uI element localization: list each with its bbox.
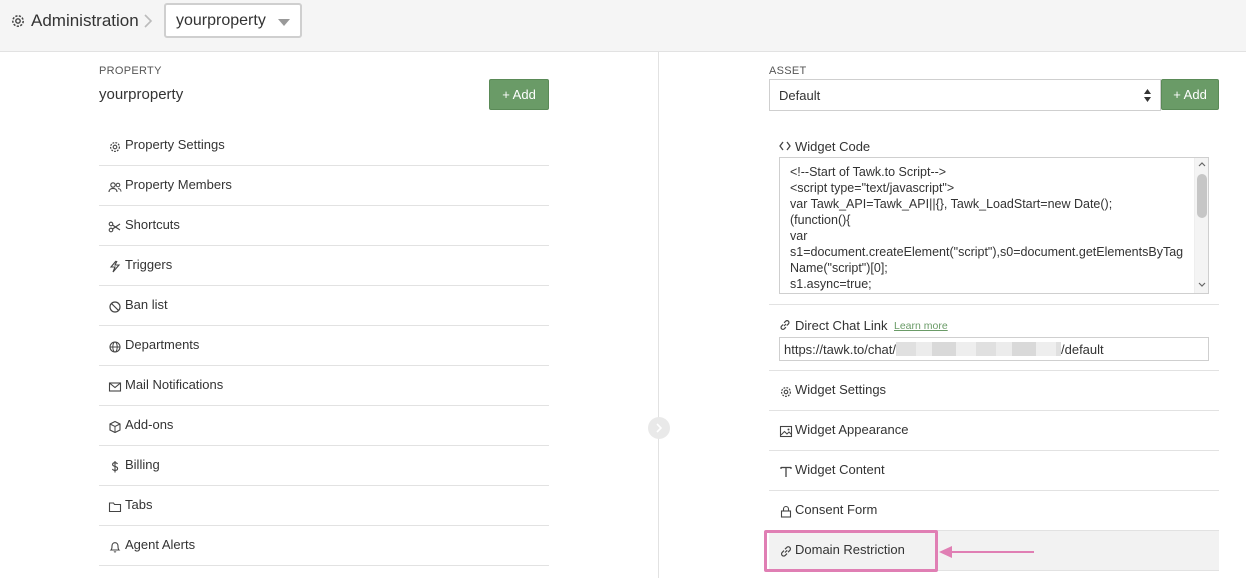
link-icon: [781, 546, 791, 557]
widget-code-textarea[interactable]: <!--Start of Tawk.to Script--> <script t…: [779, 157, 1209, 294]
column-divider: [658, 52, 659, 578]
code-icon: [779, 141, 791, 151]
menu-item-property-members[interactable]: Property Members: [99, 166, 549, 206]
direct-chat-link-field[interactable]: https://tawk.to/chat/ /default: [779, 337, 1209, 361]
menu-item-label: Widget Content: [795, 462, 885, 477]
menu-item-label: Widget Appearance: [795, 422, 909, 437]
property-select-value: yourproperty: [176, 12, 266, 29]
users-icon: [108, 182, 122, 193]
code-scrollbar[interactable]: [1194, 158, 1208, 293]
menu-item-label: Agent Alerts: [125, 537, 196, 552]
globe-icon: [109, 341, 121, 353]
chevron-right-icon: [656, 423, 663, 433]
menu-item-label: Billing: [125, 457, 160, 472]
updown-arrows-icon: [1144, 89, 1151, 102]
menu-item-departments[interactable]: Departments: [99, 326, 549, 366]
text-icon: [780, 466, 792, 477]
top-header: Administration yourproperty: [0, 0, 1246, 52]
menu-item-label: Consent Form: [795, 502, 878, 517]
link-icon: [780, 320, 790, 330]
add-property-button[interactable]: + Add: [489, 79, 549, 110]
arrow-left-icon: [939, 546, 1034, 558]
menu-item-widget-content[interactable]: Widget Content: [769, 451, 1219, 491]
menu-item-label: Departments: [125, 337, 200, 352]
asset-section-label: ASSET: [769, 65, 807, 77]
scroll-up-icon: [1198, 162, 1206, 167]
add-asset-button[interactable]: + Add: [1161, 79, 1219, 110]
bell-icon: [109, 542, 121, 553]
menu-item-widget-appearance[interactable]: Widget Appearance: [769, 411, 1219, 451]
menu-item-label: Triggers: [125, 257, 173, 272]
menu-item-add-ons[interactable]: Add-ons: [99, 406, 549, 446]
scrollbar-thumb[interactable]: [1197, 174, 1207, 218]
menu-item-label: Add-ons: [125, 417, 174, 432]
menu-item-ban-list[interactable]: Ban list: [99, 286, 549, 326]
asset-select-value: Default: [779, 88, 821, 103]
mail-icon: [108, 382, 122, 392]
folder-icon: [108, 502, 122, 513]
menu-item-consent-form[interactable]: Consent Form: [769, 491, 1219, 531]
chevron-right-icon: [144, 14, 153, 28]
chat-url-suffix: /default: [1061, 342, 1104, 357]
menu-item-label: Property Members: [125, 177, 232, 192]
menu-item-label: Tabs: [125, 497, 153, 512]
redacted-url-segment: [896, 342, 1061, 356]
menu-item-billing[interactable]: Billing: [99, 446, 549, 486]
property-select[interactable]: yourproperty: [164, 3, 302, 38]
menu-item-label: Domain Restriction: [795, 542, 905, 557]
widget-code-title: Widget Code: [795, 139, 871, 154]
scroll-down-icon: [1198, 282, 1206, 287]
menu-item-property-settings[interactable]: Property Settings: [99, 126, 549, 166]
menu-item-label: Property Settings: [125, 137, 225, 152]
scissors-icon: [108, 221, 121, 233]
page-title: Administration: [31, 11, 139, 30]
chat-url-prefix: https://tawk.to/chat/: [784, 342, 896, 357]
gear-icon: [780, 386, 792, 398]
menu-item-triggers[interactable]: Triggers: [99, 246, 549, 286]
caret-down-icon: [278, 19, 290, 26]
menu-item-label: Widget Settings: [795, 382, 887, 397]
menu-item-label: Ban list: [125, 297, 168, 312]
property-menu: Property Settings Property Members Short…: [99, 126, 549, 566]
box-icon: [109, 420, 121, 433]
menu-item-agent-alerts[interactable]: Agent Alerts: [99, 526, 549, 566]
direct-chat-link-title: Direct Chat Link: [795, 318, 888, 333]
gear-icon: [109, 141, 121, 153]
ban-icon: [109, 301, 121, 313]
dollar-icon: [111, 461, 119, 473]
learn-more-link[interactable]: Learn more: [894, 320, 948, 332]
divider: [769, 304, 1219, 305]
menu-item-label: Mail Notifications: [125, 377, 224, 392]
asset-select[interactable]: Default: [769, 79, 1161, 111]
lock-icon: [780, 505, 792, 518]
collapse-toggle-button[interactable]: [648, 417, 670, 439]
asset-menu: Widget Settings Widget Appearance Widget…: [769, 371, 1219, 571]
property-section-label: PROPERTY: [99, 65, 162, 77]
menu-item-tabs[interactable]: Tabs: [99, 486, 549, 526]
bolt-icon: [109, 260, 121, 273]
menu-item-shortcuts[interactable]: Shortcuts: [99, 206, 549, 246]
menu-item-widget-settings[interactable]: Widget Settings: [769, 371, 1219, 411]
image-icon: [779, 425, 793, 438]
property-name: yourproperty: [99, 86, 184, 103]
widget-code-content: <!--Start of Tawk.to Script--> <script t…: [790, 165, 1184, 291]
menu-item-mail-notifications[interactable]: Mail Notifications: [99, 366, 549, 406]
gear-icon: [12, 15, 24, 27]
menu-item-label: Shortcuts: [125, 217, 180, 232]
